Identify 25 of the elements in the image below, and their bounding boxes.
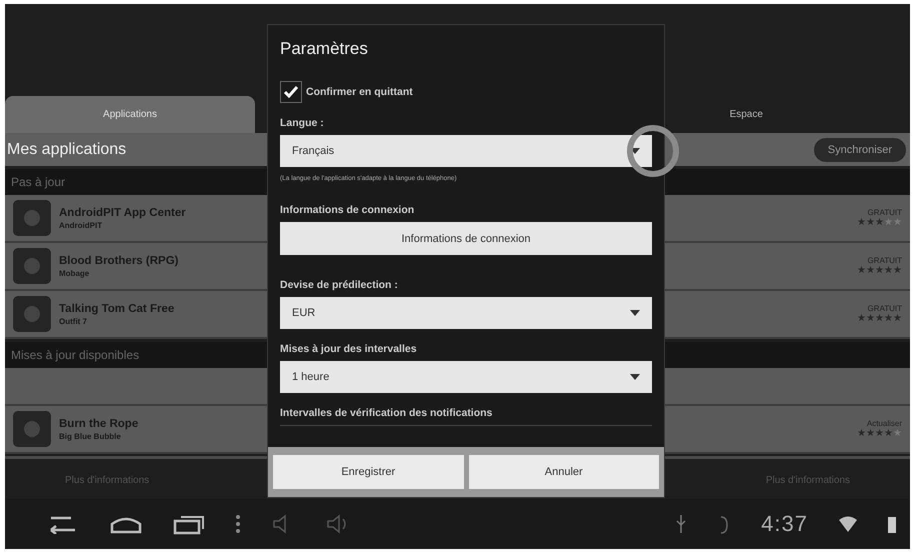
app-developer: Big Blue Bubble: [59, 432, 122, 440]
app-developer: Mobage: [59, 268, 90, 278]
app-developer: AndroidPIT: [59, 220, 104, 230]
star-rating: ★★★★★: [857, 266, 902, 276]
star-rating: ★★★★★: [857, 314, 902, 324]
dialog-title: Paramètres: [280, 39, 369, 59]
star-rating: ★★★★★: [857, 218, 902, 228]
checkbox-label: Confirmer en quittant: [306, 86, 413, 98]
field-label: Langue :: [280, 117, 325, 129]
header-title: Mes applications: [7, 140, 126, 158]
app-price: GRATUIT: [867, 208, 902, 217]
app-price: GRATUIT: [867, 256, 902, 265]
field-label: Mises à jour des intervalles: [280, 343, 418, 355]
field-label: Informations de connexion: [280, 204, 416, 216]
app-name: Blood Brothers (RPG): [59, 254, 178, 266]
field-label: Intervalles de vérification des notifications: [280, 407, 652, 426]
clock: 4:37: [761, 511, 808, 537]
app-name: AndroidPIT App Center: [59, 206, 186, 218]
star-rating: ★★★★★: [857, 429, 902, 439]
field-label: Devise de prédilection :: [280, 279, 399, 291]
app-price: GRATUIT: [867, 304, 902, 313]
app-developer: Outfit 7: [59, 316, 88, 326]
app-name: Talking Tom Cat Free: [59, 302, 174, 314]
app-name: Burn the Rope: [59, 418, 138, 430]
app-price: Actualiser: [866, 419, 902, 428]
